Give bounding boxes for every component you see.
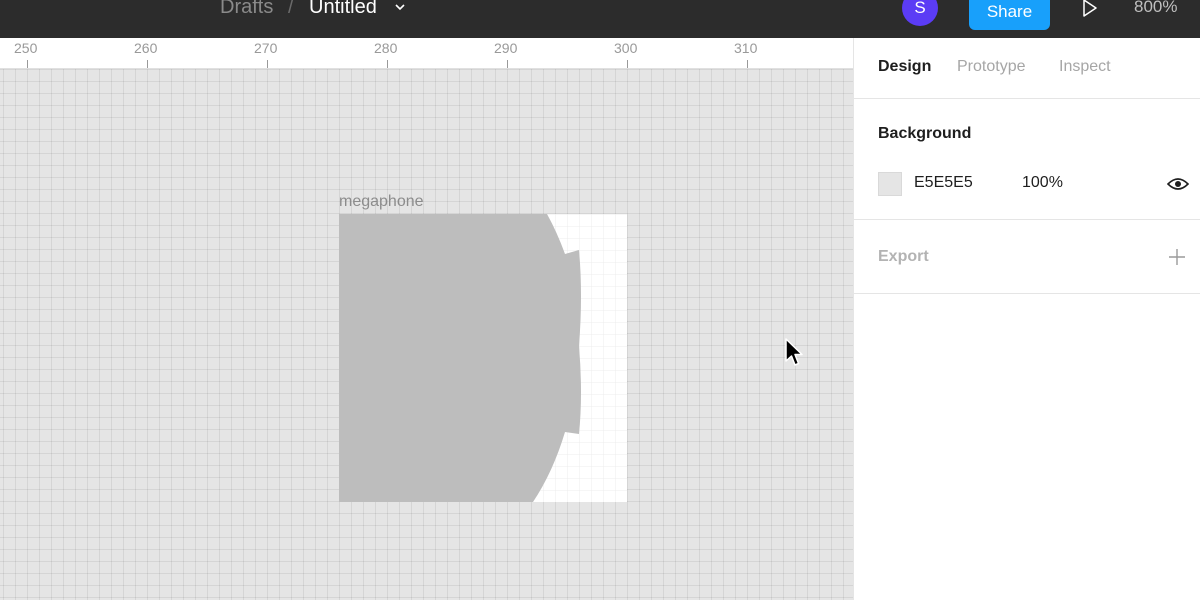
- zoom-level[interactable]: 800%: [1134, 0, 1177, 17]
- megaphone-frame[interactable]: [339, 214, 627, 502]
- ruler-label: 270: [254, 40, 278, 56]
- ruler-label: 260: [134, 40, 158, 56]
- chevron-down-icon[interactable]: [393, 2, 407, 12]
- breadcrumb-separator: /: [288, 0, 294, 18]
- share-button[interactable]: Share: [969, 0, 1050, 30]
- horizontal-ruler: 250 260 270 280 290 300 310: [0, 38, 853, 69]
- background-color-swatch[interactable]: [878, 172, 902, 196]
- breadcrumb-drafts[interactable]: Drafts: [220, 0, 273, 19]
- export-section-title: Export: [878, 248, 929, 265]
- ruler-label: 250: [14, 40, 38, 56]
- tab-prototype[interactable]: Prototype: [957, 58, 1025, 76]
- ruler-tick: [27, 60, 28, 68]
- ruler-tick: [147, 60, 148, 68]
- file-name[interactable]: Untitled: [309, 0, 377, 19]
- plus-icon[interactable]: [1168, 248, 1186, 266]
- play-icon[interactable]: [1080, 0, 1100, 20]
- ruler-tick: [627, 60, 628, 68]
- design-canvas[interactable]: megaphone: [0, 69, 853, 600]
- frame-label[interactable]: megaphone: [339, 193, 424, 211]
- avatar[interactable]: S: [902, 0, 938, 26]
- background-section-title: Background: [878, 125, 972, 142]
- ruler-tick: [747, 60, 748, 68]
- panel-tabs: Design Prototype Inspect: [854, 38, 1200, 99]
- ruler-tick: [267, 60, 268, 68]
- tab-inspect[interactable]: Inspect: [1059, 58, 1111, 76]
- ruler-tick: [387, 60, 388, 68]
- export-section: Export: [854, 220, 1200, 294]
- ruler-label: 290: [494, 40, 518, 56]
- megaphone-shape[interactable]: [339, 214, 581, 502]
- properties-panel: Design Prototype Inspect Background E5E5…: [853, 38, 1200, 600]
- top-toolbar: Drafts / Untitled S Share 800%: [0, 0, 1200, 38]
- background-section: Background E5E5E5 100%: [854, 99, 1200, 220]
- background-hex-value[interactable]: E5E5E5: [914, 174, 973, 192]
- eye-icon[interactable]: [1167, 176, 1189, 192]
- ruler-label: 310: [734, 40, 758, 56]
- tab-design[interactable]: Design: [878, 58, 931, 76]
- ruler-tick: [507, 60, 508, 68]
- ruler-label: 300: [614, 40, 638, 56]
- ruler-label: 280: [374, 40, 398, 56]
- background-opacity-value[interactable]: 100%: [1022, 174, 1063, 192]
- mouse-cursor-icon: [785, 338, 803, 366]
